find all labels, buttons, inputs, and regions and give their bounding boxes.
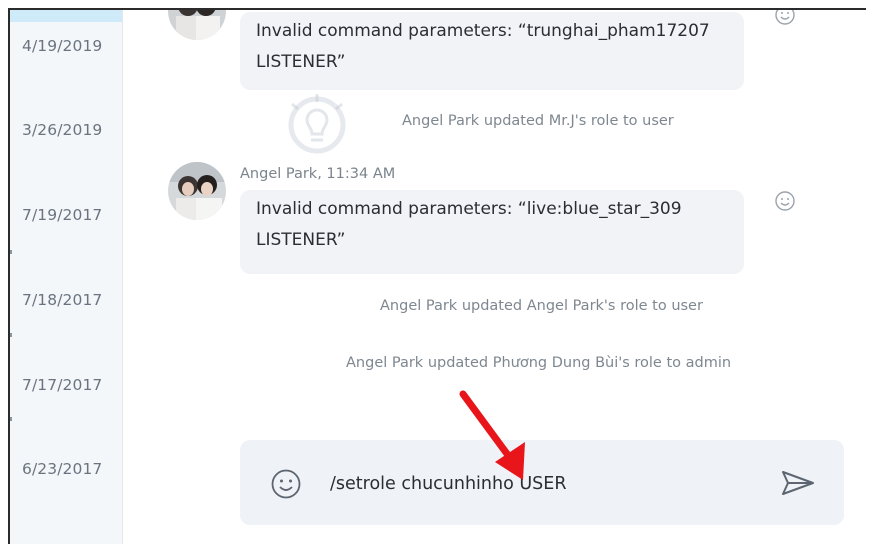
date-item[interactable]: 7/17/2017: [22, 376, 102, 394]
timeline-tick: [10, 250, 12, 254]
chat-window: 4/19/2019 3/26/2019 7/19/2017 7/18/2017 …: [8, 8, 866, 544]
message-text-line: Invalid command parameters: “live:blue_s…: [256, 199, 682, 219]
message-bubble[interactable]: Invalid command parameters: “trunghai_ph…: [240, 12, 744, 90]
date-sidebar: 4/19/2019 3/26/2019 7/19/2017 7/18/2017 …: [10, 10, 123, 544]
date-item[interactable]: 7/19/2017: [22, 206, 102, 224]
date-item[interactable]: 6/23/2017: [22, 460, 102, 478]
timeline-tick: [10, 417, 12, 421]
message-bubble[interactable]: Invalid command parameters: “live:blue_s…: [240, 190, 744, 274]
system-message: Angel Park updated Angel Park's role to …: [380, 298, 703, 314]
message-text-line: Invalid command parameters: “trunghai_ph…: [256, 21, 710, 41]
date-item[interactable]: 3/26/2019: [22, 121, 102, 139]
message-text-line: LISTENER”: [256, 230, 346, 250]
date-item[interactable]: 4/19/2019: [22, 37, 102, 55]
compose-box: [240, 440, 844, 525]
send-icon[interactable]: [780, 468, 816, 498]
smiley-icon[interactable]: [774, 190, 796, 212]
smiley-icon[interactable]: [270, 468, 302, 500]
date-item[interactable]: 7/18/2017: [22, 291, 102, 309]
system-message: Angel Park updated Mr.J's role to user: [402, 113, 674, 129]
message-text-line: LISTENER”: [256, 52, 346, 72]
message-input[interactable]: [330, 470, 750, 498]
system-message: Angel Park updated Phương Dung Bùi's rol…: [346, 355, 732, 371]
timeline-tick: [10, 333, 12, 337]
selected-highlight: [10, 10, 122, 22]
avatar[interactable]: [168, 10, 226, 40]
avatar[interactable]: [168, 162, 226, 220]
sender-label: Angel Park, 11:34 AM: [240, 166, 396, 182]
smiley-icon[interactable]: [774, 8, 796, 26]
